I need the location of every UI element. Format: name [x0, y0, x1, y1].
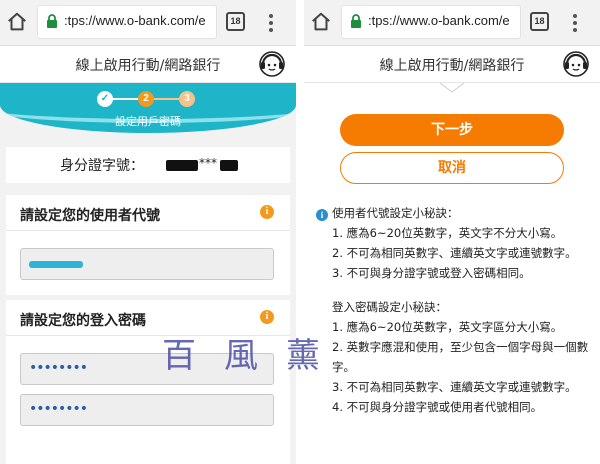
url-text: :tps://www.o-bank.com/e: [64, 13, 206, 28]
info-icon: i: [316, 209, 328, 221]
home-icon[interactable]: [6, 11, 28, 33]
redaction-bar: [166, 160, 198, 171]
site-header: 線上啟用行動/網路銀行: [0, 46, 296, 83]
watermark: 百風薰: [162, 336, 348, 376]
tip-item: 1. 應為6~20位英數字，英文字不分大小寫。: [332, 226, 563, 240]
page-title: 線上啟用行動/網路銀行: [75, 58, 221, 74]
user-id-card: 請設定您的使用者代號 i: [6, 195, 290, 295]
left-screen: :tps://www.o-bank.com/e 18 線上啟用行動/網路銀行 ✓…: [0, 0, 296, 464]
userid-tips-title: 使用者代號設定小秘訣：: [332, 206, 459, 220]
home-icon[interactable]: [310, 11, 332, 33]
page-title: 線上啟用行動/網路銀行: [379, 58, 525, 74]
user-id-input[interactable]: [20, 248, 274, 280]
tip-item: 2. 英數字應混和使用，至少包含一個字母與一個數字。: [332, 340, 589, 374]
info-icon[interactable]: i: [260, 310, 274, 324]
current-step-label: 設定用戶密碼: [115, 115, 181, 128]
password-dots: ••••••••: [29, 360, 88, 376]
url-text: :tps://www.o-bank.com/e: [368, 13, 510, 28]
site-header: 線上啟用行動/網路銀行: [304, 46, 600, 83]
tip-item: 1. 應為6~20位英數字，英文字區分大小寫。: [332, 320, 563, 334]
next-button[interactable]: 下一步: [340, 114, 564, 146]
tip-item: 4. 不可與身分證字號或使用者代號相同。: [332, 400, 543, 414]
password-tips-title: 登入密碼設定小秘訣：: [332, 300, 447, 314]
more-menu-icon[interactable]: [268, 12, 274, 34]
right-screen: :tps://www.o-bank.com/e 18 線上啟用行動/網路銀行 下…: [304, 0, 600, 464]
progress-steps: ✓ 2 3 設定用戶密碼: [0, 83, 296, 133]
more-menu-icon[interactable]: [572, 12, 578, 34]
lock-icon: [47, 14, 57, 28]
step-2-current: 2: [138, 91, 154, 107]
tip-item: 2. 不可為相同英數字、連續英文字或連號數字。: [332, 246, 577, 260]
customer-service-icon[interactable]: [258, 50, 286, 78]
user-id-title: 請設定您的使用者代號: [20, 208, 160, 224]
confirm-password-dots: ••••••••: [29, 401, 88, 417]
blurred-value: [29, 261, 83, 268]
customer-service-icon[interactable]: [562, 50, 590, 78]
url-bar[interactable]: :tps://www.o-bank.com/e: [342, 6, 520, 38]
url-bar[interactable]: :tps://www.o-bank.com/e: [38, 6, 216, 38]
tips-section: i 使用者代號設定小秘訣： 1. 應為6~20位英數字，英文字不分大小寫。 2. …: [316, 203, 594, 417]
redaction-bar: [220, 160, 238, 171]
password-card: 請設定您的登入密碼 i •••••••• ••••••••: [6, 300, 290, 464]
tip-item: 3. 不可與身分證字號或登入密碼相同。: [332, 266, 531, 280]
collapse-arrow-icon: [440, 83, 464, 93]
id-number-label: 身分證字號：: [60, 158, 144, 174]
password-title: 請設定您的登入密碼: [20, 313, 146, 329]
browser-toolbar: :tps://www.o-bank.com/e 18: [0, 0, 296, 46]
step-3-pending: 3: [179, 91, 195, 107]
step-1-done: ✓: [97, 91, 113, 107]
confirm-password-input[interactable]: ••••••••: [20, 394, 274, 426]
tab-switcher-button[interactable]: 18: [226, 12, 245, 31]
tip-item: 3. 不可為相同英數字、連續英文字或連號數字。: [332, 380, 577, 394]
userid-tips-heading: i 使用者代號設定小秘訣：: [316, 203, 594, 223]
tab-switcher-button[interactable]: 18: [530, 12, 549, 31]
info-icon[interactable]: i: [260, 205, 274, 219]
lock-icon: [351, 14, 361, 28]
cancel-button[interactable]: 取消: [340, 152, 564, 184]
id-number-mask: ***: [199, 156, 217, 170]
browser-toolbar: :tps://www.o-bank.com/e 18: [304, 0, 600, 46]
id-number-row: 身分證字號： ***: [6, 147, 290, 183]
